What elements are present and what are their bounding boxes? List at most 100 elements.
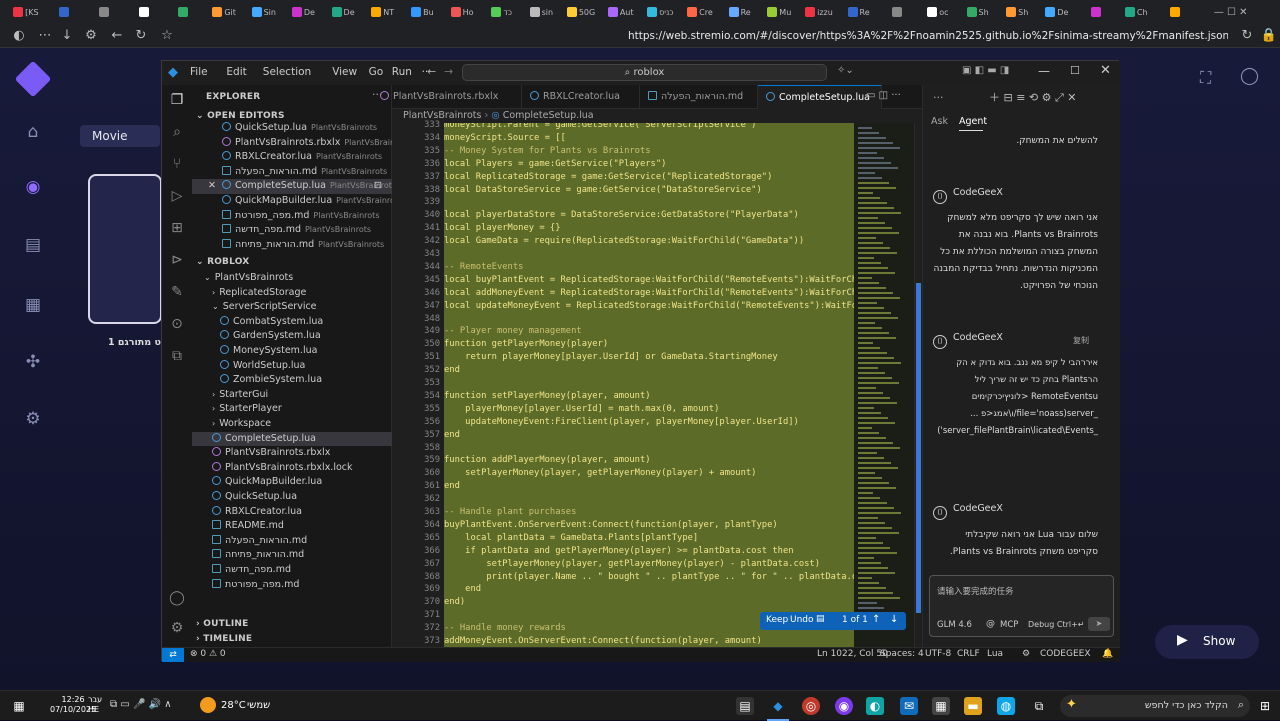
account-icon[interactable]: ◯ (168, 589, 186, 607)
code-line[interactable]: setPlayerMoney(player, getPlayerMoney(pl… (444, 559, 820, 569)
tree-item[interactable]: › ReplicatedStorage (192, 286, 392, 301)
debug-button[interactable]: Debug Ctrl+↵ (1028, 620, 1085, 629)
code-line[interactable]: local playerMoney = {} (444, 223, 561, 233)
file-explorer-icon[interactable]: ▬ (964, 697, 982, 715)
chat-tab-agent[interactable]: Agent (959, 116, 987, 127)
open-editor-item[interactable]: ✕ CompleteSetup.lua PlantVsBrainrots ⊡ (192, 179, 392, 194)
indent-setting[interactable]: Spaces: 4 (880, 649, 924, 659)
calendar-icon[interactable]: ▦ (22, 294, 44, 316)
undo-button[interactable]: Undo (790, 615, 814, 625)
lock-icon[interactable]: 🔒 (1260, 27, 1278, 45)
browser-tab[interactable]: Re (720, 2, 760, 22)
window-controls[interactable]: — ☐ ✕ (1196, 2, 1266, 22)
explorer-icon[interactable]: ❐ (168, 91, 186, 109)
extensions-icon[interactable]: ⚙ (82, 27, 100, 45)
discover-icon[interactable]: ◉ (22, 176, 44, 198)
open-editor-item[interactable]: הוראות_הפעלה.md PlantVsBrainrots (192, 165, 392, 180)
home-icon[interactable]: ⌂ (22, 121, 44, 143)
browser-tab[interactable]: Sh (958, 2, 998, 22)
code-line[interactable]: end (444, 365, 460, 375)
menu-edit[interactable]: Edit (226, 66, 246, 78)
remote-icon[interactable]: ⊳ (168, 251, 186, 269)
code-line[interactable]: local updateMoneyEvent = ReplicatedStora… (444, 301, 854, 311)
start-icon[interactable]: ⊞ (1256, 697, 1274, 715)
browser-tab[interactable]: Git (204, 2, 244, 22)
code-line[interactable]: buyPlantEvent.OnServerEvent:Connect(func… (444, 520, 778, 530)
code-line[interactable]: addMoneyEvent.OnServerEvent:Connect(func… (444, 636, 762, 646)
code-line[interactable]: -- Handle money rewards (444, 623, 566, 633)
tree-item[interactable]: הוראות_הפעלה.md (192, 534, 392, 549)
addons-icon[interactable]: ✣ (22, 351, 44, 373)
cursor-position[interactable]: Ln 1022, Col 50 (817, 649, 888, 659)
notifications-icon[interactable]: 🔔 (1102, 649, 1113, 659)
diff-view-icon[interactable]: ▤ (816, 614, 825, 624)
tray-icons[interactable]: ⧉ ▭ 🎤 🔊 ∧ (110, 699, 172, 710)
tree-item[interactable]: PlantVsBrainrots.rbxlx (192, 446, 392, 461)
calendar-app-icon[interactable]: ▦ (932, 697, 950, 715)
browser-tab[interactable]: Sin (244, 2, 284, 22)
tree-item[interactable]: מפה_מפורטת.md (192, 578, 392, 593)
outlook-icon[interactable]: ✉ (900, 697, 918, 715)
problems-count[interactable]: ⊗ 0 ⚠ 0 (190, 649, 226, 659)
tree-item[interactable]: ⌄ ServerScriptService (192, 300, 392, 315)
code-line[interactable]: local GameData = require(ReplicatedStora… (444, 236, 804, 246)
vscode-app-icon[interactable]: ◆ (769, 697, 787, 715)
code-line[interactable]: -- RemoteEvents (444, 262, 523, 272)
code-line[interactable]: end (444, 584, 481, 594)
browser-tab[interactable]: כניס (641, 2, 681, 22)
minimap[interactable] (854, 123, 914, 647)
timeline-header[interactable]: › TIMELINE (196, 634, 252, 644)
code-line[interactable]: updateMoneyEvent:FireClient(player, play… (444, 417, 799, 427)
code-line[interactable]: function setPlayerMoney(player, amount) (444, 391, 651, 401)
tab-actions-icon[interactable]: ⋯ (36, 27, 54, 45)
refresh-icon[interactable]: ↻ (132, 27, 150, 45)
open-editor-item[interactable]: מפה_מפורטת.md PlantVsBrainrots (192, 209, 392, 224)
editor-actions-icons[interactable]: ▭ ◫ ··· (866, 90, 901, 101)
tab--------------md[interactable]: הוראות_הפעלה.md (640, 85, 758, 109)
browser-tab[interactable] (165, 2, 205, 22)
extensions-panel-icon[interactable]: ⊞ (168, 219, 186, 237)
browser-tab[interactable]: 50G (561, 2, 601, 22)
browser-tab[interactable]: De (1037, 2, 1077, 22)
minimize-icon[interactable]: — (1038, 64, 1050, 78)
code-line[interactable]: function addPlayerMoney(player, amount) (444, 455, 651, 465)
browser-tab[interactable]: Re (839, 2, 879, 22)
tree-item[interactable]: RBXLCreator.lua (192, 505, 392, 520)
open-editor-item[interactable]: RBXLCreator.lua PlantVsBrainrots (192, 150, 392, 165)
send-icon[interactable]: ➤ (1088, 617, 1110, 631)
source-control-icon[interactable]: ⑂ (168, 155, 186, 173)
favorite-icon[interactable]: ☆ (158, 27, 176, 45)
tree-item[interactable]: › StarterGui (192, 388, 392, 403)
chat-toolbar-more-icon[interactable]: ··· (933, 91, 944, 104)
chat-input-box[interactable]: 请输入要完成的任务 GLM 4.6 @ MCP Debug Ctrl+↵ ➤ (929, 575, 1114, 637)
diff-next-icon[interactable]: ↓ (890, 614, 898, 625)
settings-icon[interactable]: ⚙ (22, 408, 44, 430)
open-editor-item[interactable]: מפה_חדשה.md PlantVsBrainrots (192, 223, 392, 238)
tree-item[interactable]: README.md (192, 519, 392, 534)
browser-tab[interactable] (125, 2, 165, 22)
browser-tab[interactable] (46, 2, 86, 22)
browser-tab[interactable] (85, 2, 125, 22)
code-line[interactable]: end) (444, 597, 465, 607)
browser-tab[interactable]: oc (918, 2, 958, 22)
mention-icon[interactable]: @ (986, 619, 995, 629)
code-line[interactable]: -- Money System for Plants vs Brainrots (444, 146, 651, 156)
menu-view[interactable]: View (332, 66, 357, 78)
tree-item[interactable]: מפה_חדשה.md (192, 563, 392, 578)
copilot-icon[interactable]: ◐ (10, 27, 28, 45)
code-line[interactable]: local buyPlantEvent = ReplicatedStorage:… (444, 275, 854, 285)
tree-item[interactable]: ZombieSystem.lua (192, 373, 392, 388)
browser-tab[interactable]: [KS (6, 2, 46, 22)
code-editor[interactable]: moneyScript.Parent = game:GetService("Se… (444, 123, 854, 647)
code-line[interactable]: local Players = game:GetService("Players… (444, 159, 666, 169)
breadcrumb[interactable]: PlantVsBrainrots › ◎ CompleteSetup.lua (392, 109, 922, 123)
app-icon-red[interactable]: ◎ (802, 697, 820, 715)
chat-tab-ask[interactable]: Ask (931, 116, 948, 127)
tree-item[interactable]: הוראות_פתיחה.md (192, 548, 392, 563)
show-button[interactable]: ▶ Show (1155, 625, 1259, 659)
layout-icons[interactable]: ▣ ◧ ▬ ◨ (962, 65, 1009, 76)
eol[interactable]: CRLF (957, 649, 980, 659)
browser-tab[interactable]: Ch (1116, 2, 1156, 22)
tree-item[interactable]: PlantVsBrainrots.rbxlx.lock (192, 461, 392, 476)
task-view-icon[interactable]: ⧉ (1030, 697, 1048, 715)
